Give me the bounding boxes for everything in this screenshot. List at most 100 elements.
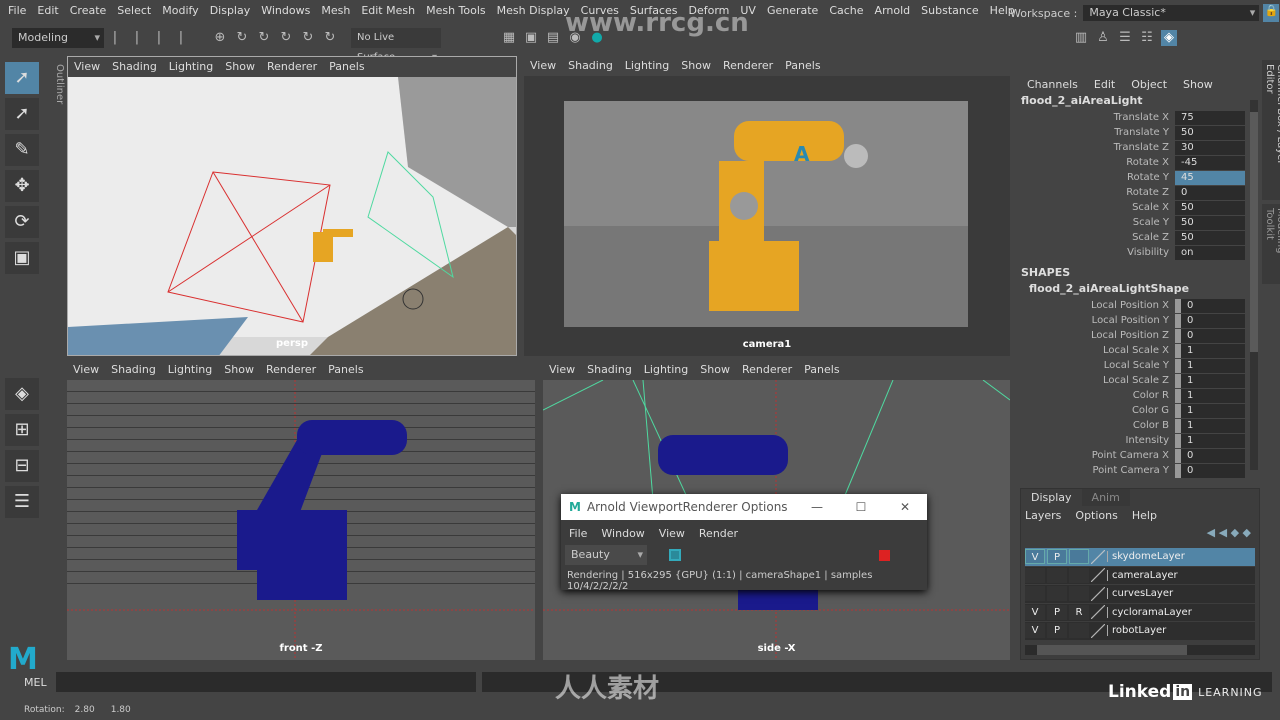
channel-row[interactable]: Color G1	[1015, 403, 1260, 418]
channel-value[interactable]: 30	[1175, 140, 1245, 155]
layer-v-toggle[interactable]	[1025, 586, 1045, 602]
maximize-button[interactable]: ☐	[839, 500, 883, 514]
menu-mesh-tools[interactable]: Mesh Tools	[426, 4, 486, 17]
snap-surface-icon[interactable]: ↻	[300, 30, 316, 46]
channel-label[interactable]: Translate Y	[1015, 127, 1175, 138]
channel-row[interactable]: Local Position Y0	[1015, 313, 1260, 328]
viewport-menu-show[interactable]: Show	[225, 60, 255, 73]
menu-modify[interactable]: Modify	[162, 4, 198, 17]
channel-row[interactable]: Translate Y 50	[1015, 125, 1260, 140]
viewport-menu-shading[interactable]: Shading	[112, 60, 157, 73]
dialog-menu-window[interactable]: Window	[601, 527, 644, 541]
camera1-view[interactable]: A camera1	[524, 76, 1010, 356]
tab-channel-box[interactable]: Channel Box / Layer Editor	[1262, 60, 1280, 200]
channel-value[interactable]: 50	[1175, 215, 1245, 230]
channel-value[interactable]: 0	[1175, 448, 1245, 463]
new-layer-selected-icon[interactable]: ◆	[1243, 526, 1251, 539]
channel-label[interactable]: Translate X	[1015, 112, 1175, 123]
channel-value[interactable]: 1	[1175, 388, 1245, 403]
layer-v-toggle[interactable]: V	[1025, 623, 1045, 639]
live-surface-field[interactable]: No Live Surface	[351, 28, 441, 68]
channel-value[interactable]: 1	[1175, 358, 1245, 373]
channel-menu-show[interactable]: Show	[1183, 78, 1213, 94]
channel-row[interactable]: Intensity 1	[1015, 433, 1260, 448]
tool-settings-icon[interactable]: ☷	[1139, 30, 1155, 46]
channel-row[interactable]: Translate Z 30	[1015, 140, 1260, 155]
channel-row[interactable]: Scale Y 50	[1015, 215, 1260, 230]
channel-label[interactable]: Local Position X	[1015, 300, 1175, 311]
layer-color-icon[interactable]	[1091, 623, 1105, 638]
viewport-menu-shading[interactable]: Shading	[111, 363, 156, 376]
channel-label[interactable]: Scale X	[1015, 202, 1175, 213]
channel-menu-edit[interactable]: Edit	[1094, 78, 1115, 94]
layer-name[interactable]: robotLayer	[1107, 625, 1166, 637]
layer-p-toggle[interactable]: P	[1047, 549, 1067, 565]
channel-row[interactable]: Local Position Z0	[1015, 328, 1260, 343]
layer-row[interactable]: V P RcycloramaLayer	[1025, 603, 1255, 622]
layer-menu-help[interactable]: Help	[1132, 509, 1157, 523]
render-view-icon[interactable]: ▣	[523, 30, 539, 46]
channel-label[interactable]: Color G	[1015, 405, 1175, 416]
render-settings-icon[interactable]: ▦	[501, 30, 517, 46]
layer-v-toggle[interactable]: V	[1025, 604, 1045, 620]
channel-label[interactable]: Local Scale Y	[1015, 360, 1175, 371]
channel-label[interactable]: Rotate Y	[1015, 172, 1175, 183]
channel-value[interactable]: 45	[1175, 170, 1245, 185]
channel-value[interactable]: 1	[1175, 433, 1245, 448]
menu-edit[interactable]: Edit	[37, 4, 58, 17]
channel-label[interactable]: Point Camera Y	[1015, 465, 1175, 476]
layer-menu-layers[interactable]: Layers	[1025, 509, 1061, 523]
human-ik-icon[interactable]: ♙	[1095, 30, 1111, 46]
channel-value[interactable]: on	[1175, 245, 1245, 260]
viewport-persp[interactable]: View Shading Lighting Show Renderer Panels pe…	[67, 56, 517, 356]
channel-value[interactable]: 50	[1175, 230, 1245, 245]
viewport-menu-shading[interactable]: Shading	[587, 363, 632, 376]
outliner-layout-icon[interactable]: ☰	[5, 486, 39, 518]
layer-row[interactable]: cameraLayer	[1025, 566, 1255, 585]
snap-live-icon[interactable]: ↻	[322, 30, 338, 46]
rotate-tool-icon[interactable]: ⟳	[5, 206, 39, 238]
channel-value[interactable]: 1	[1175, 343, 1245, 358]
layer-r-toggle[interactable]	[1069, 567, 1089, 583]
dialog-menu-view[interactable]: View	[659, 527, 685, 541]
layer-row[interactable]: curvesLayer	[1025, 585, 1255, 604]
persp-view[interactable]: persp	[68, 77, 516, 355]
channel-row[interactable]: Color R1	[1015, 388, 1260, 403]
channel-row[interactable]: Visibility on	[1015, 245, 1260, 260]
menu-select[interactable]: Select	[117, 4, 151, 17]
crop-region-icon[interactable]	[669, 549, 681, 561]
new-layer-icon[interactable]: ◆	[1231, 526, 1239, 539]
viewport-menu-renderer[interactable]: Renderer	[723, 59, 773, 72]
channel-row[interactable]: Local Position X0	[1015, 298, 1260, 313]
channel-menu-object[interactable]: Object	[1131, 78, 1167, 94]
layer-color-icon[interactable]	[1091, 586, 1105, 601]
layer-color-icon[interactable]	[1091, 549, 1105, 564]
viewport-front[interactable]: View Shading Lighting Show Renderer Panels fr…	[67, 360, 535, 660]
viewport-menu-renderer[interactable]: Renderer	[267, 60, 317, 73]
four-pane-icon[interactable]: ⊞	[5, 414, 39, 446]
viewport-menu-show[interactable]: Show	[700, 363, 730, 376]
channel-label[interactable]: Visibility	[1015, 247, 1175, 258]
workspace-dropdown[interactable]: Maya Classic*	[1083, 5, 1260, 21]
modeling-toolkit-icon[interactable]: ▥	[1073, 30, 1089, 46]
channel-value[interactable]: 0	[1175, 298, 1245, 313]
dialog-menu-render[interactable]: Render	[699, 527, 738, 541]
front-view[interactable]: front -Z	[67, 380, 535, 660]
outliner-tab[interactable]: Outliner	[45, 58, 65, 118]
minimize-button[interactable]: —	[795, 500, 839, 514]
attribute-editor-icon[interactable]: ☰	[1117, 30, 1133, 46]
layer-color-icon[interactable]	[1091, 568, 1105, 583]
menu-mesh-display[interactable]: Mesh Display	[497, 4, 570, 17]
snap-grid-icon[interactable]: ⊕	[212, 30, 228, 46]
lock-icon[interactable]: 🔒	[1263, 4, 1280, 22]
layer-v-toggle[interactable]	[1025, 567, 1045, 583]
move-layer-down-icon[interactable]: ◀	[1219, 526, 1227, 539]
channel-row[interactable]: Point Camera X0	[1015, 448, 1260, 463]
lasso-tool-icon[interactable]: ➚	[5, 98, 39, 130]
channel-row[interactable]: Translate X 75	[1015, 110, 1260, 125]
ipr-icon[interactable]: ▤	[545, 30, 561, 46]
channel-label[interactable]: Intensity	[1015, 435, 1175, 446]
menu-windows[interactable]: Windows	[261, 4, 310, 17]
layer-p-toggle[interactable]: P	[1047, 604, 1067, 620]
viewport-menu-panels[interactable]: Panels	[804, 363, 839, 376]
